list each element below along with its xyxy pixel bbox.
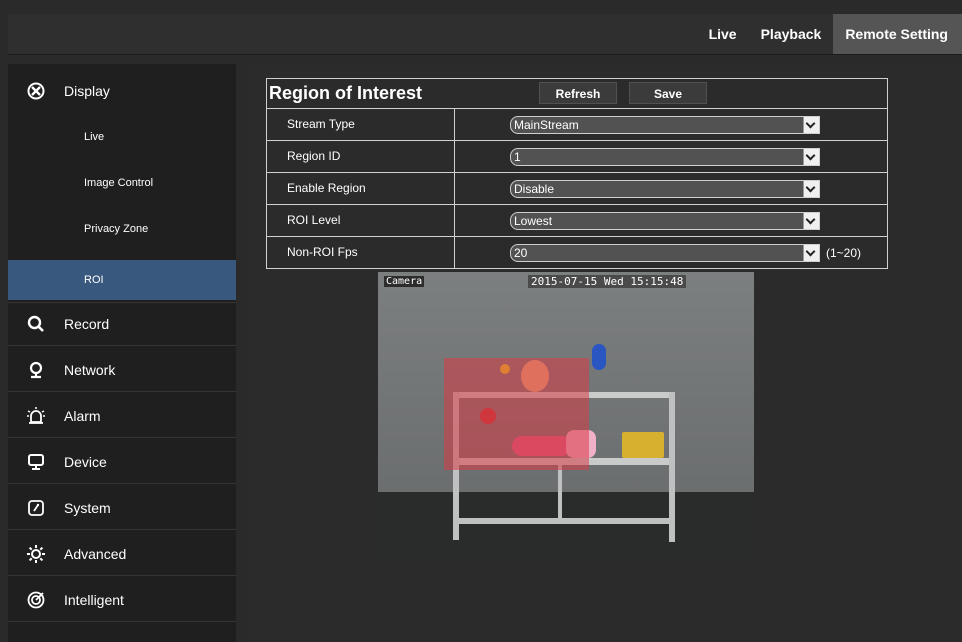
roi-level-select[interactable]: Lowest [510, 211, 820, 230]
non-roi-fps-label: Non-ROI Fps [267, 237, 455, 268]
sidebar-subitem-label: Live [84, 131, 105, 143]
sidebar-item-network[interactable]: Network [8, 348, 236, 392]
fps-range-hint: (1~20) [826, 245, 862, 260]
shelf-leg [669, 392, 675, 542]
sidebar-subitem-privacy-zone[interactable]: Privacy Zone [8, 206, 236, 252]
sidebar-subitem-live[interactable]: Live [8, 114, 236, 160]
sidebar-item-label: Alarm [64, 407, 101, 424]
device-icon [8, 453, 64, 471]
non-roi-fps-select[interactable]: 20 [510, 243, 820, 262]
sidebar-item-label: Record [64, 316, 110, 332]
top-nav: Live Playback Remote Setting [697, 14, 962, 54]
advanced-icon [8, 544, 64, 564]
sidebar-item-alarm[interactable]: Alarm [8, 394, 236, 438]
save-button[interactable]: Save [629, 82, 707, 104]
chevron-down-icon[interactable] [803, 244, 819, 261]
sidebar-item-display[interactable]: Display [8, 64, 236, 118]
sidebar-item-advanced[interactable]: Advanced [8, 532, 236, 576]
sidebar-item-record[interactable]: Record [8, 302, 236, 346]
page-title: Region of Interest [269, 83, 423, 103]
sidebar-subitem-label: Image Control [84, 177, 154, 189]
chevron-down-icon[interactable] [803, 180, 819, 197]
system-icon [8, 499, 64, 517]
chevron-down-icon[interactable] [803, 148, 819, 165]
sidebar-item-label: Display [64, 83, 110, 99]
setting-row-region-id: Region ID 1 [267, 141, 887, 173]
setting-row-roi-level: ROI Level Lowest [267, 205, 887, 237]
shelf-leg [558, 465, 562, 520]
setting-row-non-roi-fps: Non-ROI Fps 20 (1~20) [267, 237, 887, 268]
intelligent-icon [8, 590, 64, 610]
sidebar-item-label: Intelligent [64, 591, 124, 608]
roi-level-label: ROI Level [267, 205, 455, 236]
camera-label: Camera [384, 276, 425, 287]
enable-region-select[interactable]: Disable [510, 179, 820, 198]
camera-timestamp: 2015-07-15 Wed 15:15:48 [528, 275, 687, 288]
region-id-label: Region ID [267, 141, 455, 172]
shelf-bottom [456, 518, 674, 524]
sidebar-item-system[interactable]: System [8, 486, 236, 530]
sidebar-subitem-image-control[interactable]: Image Control [8, 160, 236, 206]
alarm-icon [8, 406, 64, 426]
display-icon [8, 82, 64, 100]
tab-remote-setting[interactable]: Remote Setting [833, 14, 962, 54]
stream-type-label: Stream Type [267, 109, 455, 140]
chevron-down-icon[interactable] [803, 116, 819, 133]
toy-blocks [622, 432, 664, 458]
toy-figure [592, 344, 606, 370]
sidebar-item-label: Network [64, 361, 116, 378]
sidebar-item-label: Advanced [64, 545, 127, 562]
roi-settings-table: Region of Interest Refresh Save Stream T… [266, 78, 888, 269]
sidebar-item-device[interactable]: Device [8, 440, 236, 484]
network-icon [8, 361, 64, 379]
sidebar-subitem-label: Privacy Zone [84, 223, 149, 235]
sidebar-item-intelligent[interactable]: Intelligent [8, 578, 236, 622]
record-icon [8, 315, 64, 333]
tab-playback[interactable]: Playback [749, 14, 834, 54]
setting-row-enable-region: Enable Region Disable [267, 173, 887, 205]
roi-header: Region of Interest Refresh Save [267, 79, 887, 109]
sidebar: Display Live Image Control Privacy Zone … [8, 64, 236, 642]
region-id-value: 1 [514, 149, 521, 164]
roi-region-overlay[interactable] [444, 358, 589, 470]
stream-type-select[interactable]: MainStream [510, 115, 820, 134]
sidebar-subitem-label: ROI [84, 274, 104, 286]
sidebar-item-label: System [64, 499, 111, 516]
setting-row-stream-type: Stream Type MainStream [267, 109, 887, 141]
top-bar: Live Playback Remote Setting [8, 14, 962, 55]
roi-level-value: Lowest [514, 213, 553, 228]
sidebar-item-label: Device [64, 453, 107, 470]
stream-type-value: MainStream [514, 117, 579, 132]
app-window: Live Playback Remote Setting Display Liv… [0, 0, 962, 642]
camera-preview[interactable]: Camera 2015-07-15 Wed 15:15:48 [378, 272, 754, 560]
refresh-button[interactable]: Refresh [539, 82, 617, 104]
enable-region-value: Disable [514, 181, 555, 196]
enable-region-label: Enable Region [267, 173, 455, 204]
camera-scene-floor [378, 492, 754, 560]
region-id-select[interactable]: 1 [510, 147, 820, 166]
sidebar-subitem-roi[interactable]: ROI [8, 260, 236, 300]
chevron-down-icon[interactable] [803, 212, 819, 229]
tab-live[interactable]: Live [697, 14, 749, 54]
non-roi-fps-value: 20 [514, 245, 528, 260]
